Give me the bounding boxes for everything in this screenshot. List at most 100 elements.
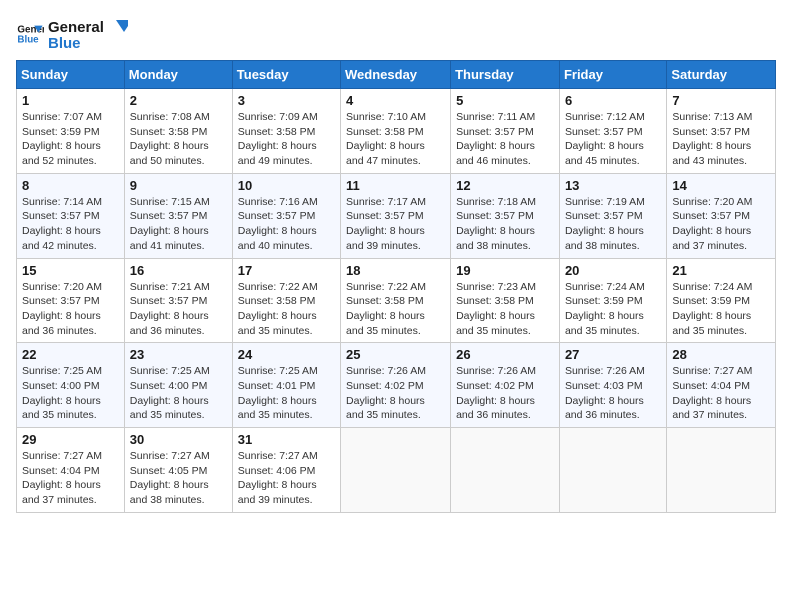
- day-info: Sunrise: 7:15 AM Sunset: 3:57 PM Dayligh…: [130, 195, 227, 254]
- calendar-cell: [559, 428, 666, 513]
- sunrise-label: Sunrise: 7:11 AM: [456, 111, 535, 123]
- sunset-label: Sunset: 3:58 PM: [456, 295, 534, 307]
- sunset-label: Sunset: 3:58 PM: [346, 295, 424, 307]
- sunrise-label: Sunrise: 7:26 AM: [565, 365, 645, 377]
- day-number: 17: [238, 263, 335, 278]
- sunrise-label: Sunrise: 7:24 AM: [565, 281, 645, 293]
- daylight-label: Daylight: 8 hours and 35 minutes.: [672, 310, 751, 337]
- day-info: Sunrise: 7:26 AM Sunset: 4:02 PM Dayligh…: [346, 364, 445, 423]
- calendar-cell: 23 Sunrise: 7:25 AM Sunset: 4:00 PM Dayl…: [124, 343, 232, 428]
- calendar-cell: 4 Sunrise: 7:10 AM Sunset: 3:58 PM Dayli…: [341, 89, 451, 174]
- sunset-label: Sunset: 3:58 PM: [238, 295, 316, 307]
- sunset-label: Sunset: 4:05 PM: [130, 465, 208, 477]
- daylight-label: Daylight: 8 hours and 39 minutes.: [346, 225, 425, 252]
- day-number: 5: [456, 93, 554, 108]
- day-info: Sunrise: 7:25 AM Sunset: 4:01 PM Dayligh…: [238, 364, 335, 423]
- sunset-label: Sunset: 3:59 PM: [565, 295, 643, 307]
- day-info: Sunrise: 7:23 AM Sunset: 3:58 PM Dayligh…: [456, 280, 554, 339]
- daylight-label: Daylight: 8 hours and 52 minutes.: [22, 140, 101, 167]
- day-number: 19: [456, 263, 554, 278]
- day-number: 27: [565, 347, 661, 362]
- day-number: 21: [672, 263, 770, 278]
- day-number: 16: [130, 263, 227, 278]
- daylight-label: Daylight: 8 hours and 36 minutes.: [456, 395, 535, 422]
- calendar-cell: 17 Sunrise: 7:22 AM Sunset: 3:58 PM Dayl…: [232, 258, 340, 343]
- day-info: Sunrise: 7:26 AM Sunset: 4:02 PM Dayligh…: [456, 364, 554, 423]
- sunset-label: Sunset: 3:59 PM: [22, 126, 100, 138]
- sunrise-label: Sunrise: 7:27 AM: [130, 450, 210, 462]
- day-info: Sunrise: 7:22 AM Sunset: 3:58 PM Dayligh…: [238, 280, 335, 339]
- day-info: Sunrise: 7:27 AM Sunset: 4:04 PM Dayligh…: [672, 364, 770, 423]
- logo-icon: General Blue: [16, 20, 44, 48]
- calendar-cell: [341, 428, 451, 513]
- daylight-label: Daylight: 8 hours and 36 minutes.: [130, 310, 209, 337]
- sunrise-label: Sunrise: 7:21 AM: [130, 281, 210, 293]
- sunrise-label: Sunrise: 7:20 AM: [672, 196, 752, 208]
- sunset-label: Sunset: 3:57 PM: [22, 210, 100, 222]
- calendar-cell: 11 Sunrise: 7:17 AM Sunset: 3:57 PM Dayl…: [341, 173, 451, 258]
- day-number: 11: [346, 178, 445, 193]
- daylight-label: Daylight: 8 hours and 35 minutes.: [565, 310, 644, 337]
- day-number: 1: [22, 93, 119, 108]
- calendar-cell: 1 Sunrise: 7:07 AM Sunset: 3:59 PM Dayli…: [17, 89, 125, 174]
- day-info: Sunrise: 7:24 AM Sunset: 3:59 PM Dayligh…: [565, 280, 661, 339]
- daylight-label: Daylight: 8 hours and 41 minutes.: [130, 225, 209, 252]
- sunset-label: Sunset: 4:01 PM: [238, 380, 316, 392]
- sunset-label: Sunset: 4:02 PM: [346, 380, 424, 392]
- sunrise-label: Sunrise: 7:26 AM: [456, 365, 536, 377]
- sunrise-label: Sunrise: 7:25 AM: [238, 365, 318, 377]
- sunrise-label: Sunrise: 7:23 AM: [456, 281, 536, 293]
- day-info: Sunrise: 7:13 AM Sunset: 3:57 PM Dayligh…: [672, 110, 770, 169]
- day-info: Sunrise: 7:07 AM Sunset: 3:59 PM Dayligh…: [22, 110, 119, 169]
- sunset-label: Sunset: 4:00 PM: [130, 380, 208, 392]
- day-info: Sunrise: 7:12 AM Sunset: 3:57 PM Dayligh…: [565, 110, 661, 169]
- sunrise-label: Sunrise: 7:15 AM: [130, 196, 210, 208]
- day-number: 29: [22, 432, 119, 447]
- day-number: 3: [238, 93, 335, 108]
- sunrise-label: Sunrise: 7:18 AM: [456, 196, 536, 208]
- daylight-label: Daylight: 8 hours and 36 minutes.: [565, 395, 644, 422]
- day-number: 28: [672, 347, 770, 362]
- calendar-cell: 30 Sunrise: 7:27 AM Sunset: 4:05 PM Dayl…: [124, 428, 232, 513]
- sunrise-label: Sunrise: 7:14 AM: [22, 196, 102, 208]
- day-header-thursday: Thursday: [451, 61, 560, 89]
- calendar-cell: 13 Sunrise: 7:19 AM Sunset: 3:57 PM Dayl…: [559, 173, 666, 258]
- logo-svg: General Blue: [48, 16, 128, 52]
- day-info: Sunrise: 7:25 AM Sunset: 4:00 PM Dayligh…: [22, 364, 119, 423]
- day-header-saturday: Saturday: [667, 61, 776, 89]
- day-number: 23: [130, 347, 227, 362]
- sunset-label: Sunset: 4:06 PM: [238, 465, 316, 477]
- day-info: Sunrise: 7:26 AM Sunset: 4:03 PM Dayligh…: [565, 364, 661, 423]
- daylight-label: Daylight: 8 hours and 37 minutes.: [672, 395, 751, 422]
- daylight-label: Daylight: 8 hours and 35 minutes.: [238, 395, 317, 422]
- sunset-label: Sunset: 3:58 PM: [346, 126, 424, 138]
- day-info: Sunrise: 7:18 AM Sunset: 3:57 PM Dayligh…: [456, 195, 554, 254]
- calendar-cell: 3 Sunrise: 7:09 AM Sunset: 3:58 PM Dayli…: [232, 89, 340, 174]
- day-number: 12: [456, 178, 554, 193]
- daylight-label: Daylight: 8 hours and 42 minutes.: [22, 225, 101, 252]
- day-header-sunday: Sunday: [17, 61, 125, 89]
- daylight-label: Daylight: 8 hours and 39 minutes.: [238, 479, 317, 506]
- calendar-cell: 26 Sunrise: 7:26 AM Sunset: 4:02 PM Dayl…: [451, 343, 560, 428]
- day-info: Sunrise: 7:21 AM Sunset: 3:57 PM Dayligh…: [130, 280, 227, 339]
- sunset-label: Sunset: 3:57 PM: [672, 126, 750, 138]
- day-number: 4: [346, 93, 445, 108]
- sunset-label: Sunset: 3:57 PM: [565, 210, 643, 222]
- sunset-label: Sunset: 4:04 PM: [22, 465, 100, 477]
- calendar-cell: 8 Sunrise: 7:14 AM Sunset: 3:57 PM Dayli…: [17, 173, 125, 258]
- calendar-cell: 25 Sunrise: 7:26 AM Sunset: 4:02 PM Dayl…: [341, 343, 451, 428]
- sunset-label: Sunset: 3:58 PM: [130, 126, 208, 138]
- week-row-5: 29 Sunrise: 7:27 AM Sunset: 4:04 PM Dayl…: [17, 428, 776, 513]
- daylight-label: Daylight: 8 hours and 35 minutes.: [346, 395, 425, 422]
- day-number: 2: [130, 93, 227, 108]
- day-number: 8: [22, 178, 119, 193]
- day-info: Sunrise: 7:27 AM Sunset: 4:06 PM Dayligh…: [238, 449, 335, 508]
- sunrise-label: Sunrise: 7:26 AM: [346, 365, 426, 377]
- day-header-tuesday: Tuesday: [232, 61, 340, 89]
- sunset-label: Sunset: 3:59 PM: [672, 295, 750, 307]
- sunrise-label: Sunrise: 7:17 AM: [346, 196, 426, 208]
- day-info: Sunrise: 7:16 AM Sunset: 3:57 PM Dayligh…: [238, 195, 335, 254]
- sunrise-label: Sunrise: 7:10 AM: [346, 111, 426, 123]
- day-header-wednesday: Wednesday: [341, 61, 451, 89]
- day-info: Sunrise: 7:20 AM Sunset: 3:57 PM Dayligh…: [672, 195, 770, 254]
